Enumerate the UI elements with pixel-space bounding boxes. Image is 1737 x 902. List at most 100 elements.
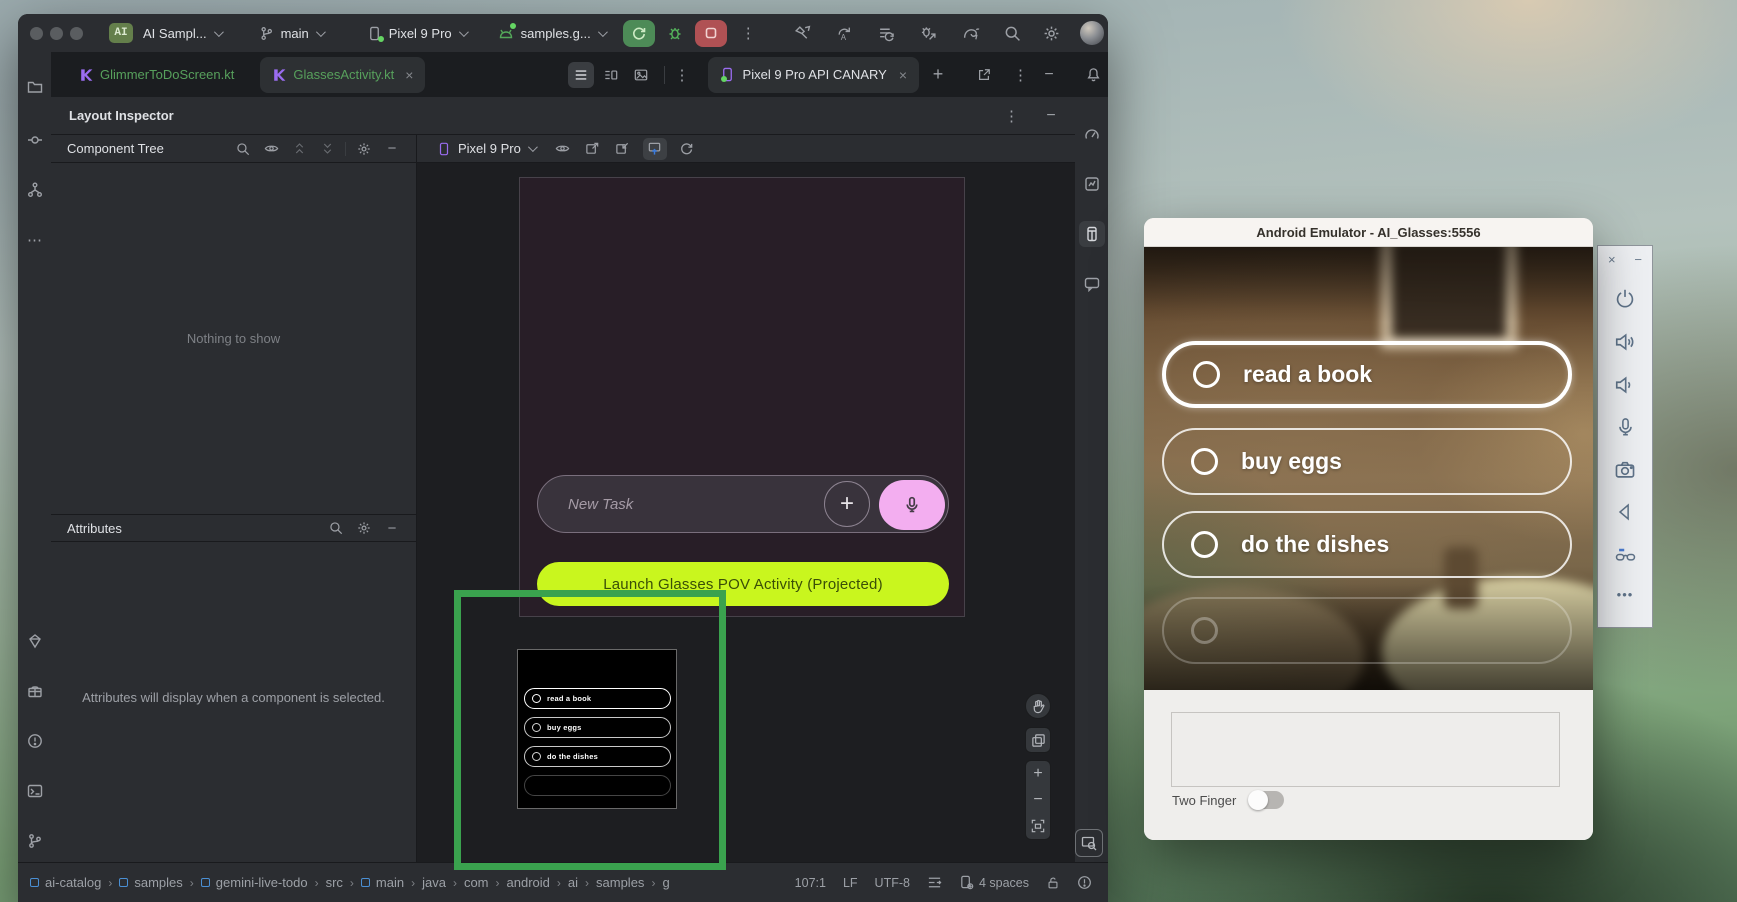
snapshot-import-icon[interactable] [613,139,633,159]
window-minimize-button[interactable] [50,27,63,40]
inspected-device-selector[interactable]: Pixel 9 Pro [437,141,535,156]
notifications-bell-icon[interactable] [1080,62,1106,88]
breadcrumb-item[interactable]: android [507,875,550,890]
touchpad-area[interactable] [1171,712,1560,787]
refresh-icon[interactable] [677,139,697,159]
todo-item[interactable]: do the dishes [1162,511,1572,578]
breadcrumb-item[interactable]: src [326,875,343,890]
breadcrumb-item[interactable]: ai [568,875,578,890]
line-separator[interactable]: LF [843,876,858,890]
view-mode-design-button[interactable] [628,62,654,88]
back-icon[interactable] [1615,502,1635,522]
more-vertical-icon[interactable]: ⋮ [675,66,690,84]
structure-icon[interactable] [22,177,48,203]
more-vertical-icon[interactable]: ⋮ [1013,66,1028,84]
pan-hand-button[interactable] [1025,693,1051,719]
visibility-eye-icon[interactable] [553,139,573,159]
run-config-selector[interactable]: samples.g... [498,25,605,41]
apply-changes-icon[interactable]: A [836,25,853,42]
new-task-input[interactable]: New Task + [537,475,949,533]
profile-app-icon[interactable] [794,25,811,42]
feedback-icon[interactable] [1079,271,1105,297]
debug-button[interactable] [667,25,683,41]
snapshot-export-icon[interactable] [583,139,603,159]
window-zoom-button[interactable] [70,27,83,40]
emulator-minimize-icon[interactable]: − [1634,252,1642,267]
unlock-icon[interactable] [1046,876,1060,890]
more-vertical-icon[interactable]: ⋮ [741,24,756,42]
file-encoding[interactable]: UTF-8 [875,876,910,890]
gradle-sync-icon[interactable] [962,25,980,42]
more-vertical-icon[interactable]: ⋮ [1004,107,1019,125]
open-in-window-icon[interactable] [971,62,997,88]
two-finger-toggle[interactable] [1250,791,1284,809]
toggle-deep-inspect-button[interactable] [643,138,667,160]
indent-icon[interactable] [927,875,942,890]
problems-icon[interactable] [22,728,48,754]
breadcrumb-item[interactable]: ai-catalog [30,875,101,890]
radio-circle-icon[interactable] [1191,448,1218,475]
tab-glassesactivity[interactable]: GlassesActivity.kt × [260,57,425,93]
breadcrumb-item[interactable]: samples [119,875,182,890]
hide-panel-button[interactable]: − [1041,106,1061,126]
settings-gear-icon[interactable] [1043,25,1060,42]
search-icon[interactable] [1004,25,1021,42]
more-tool-windows-icon[interactable]: ⋯ [22,227,48,253]
breadcrumb-item[interactable]: g [662,875,669,890]
layout-inspector-tool-icon[interactable] [1079,221,1105,247]
hide-panel-button[interactable]: − [382,139,402,159]
expand-all-icon[interactable] [289,139,309,159]
notifications-status-icon[interactable] [1077,875,1092,890]
user-avatar[interactable] [1080,21,1104,45]
hide-panel-button[interactable]: − [382,518,402,538]
stop-button[interactable] [695,20,727,47]
add-task-button[interactable]: + [824,481,870,527]
version-control-icon[interactable] [22,828,48,854]
profiler-icon[interactable] [1079,121,1105,147]
breadcrumb-item[interactable]: samples [596,875,644,890]
inspector-snapshot-button[interactable] [1075,829,1103,857]
tab-glimmertodoscreen[interactable]: GlimmerToDoScreen.kt [67,57,246,93]
camera-icon[interactable] [1614,459,1636,481]
settings-gear-icon[interactable] [354,139,374,159]
view-mode-split-button[interactable] [598,62,624,88]
project-selector[interactable]: AI Sampl... [143,26,221,41]
glasses-icon[interactable] [1614,543,1637,566]
settings-gear-icon[interactable] [354,518,374,538]
breadcrumb-item[interactable]: com [464,875,489,890]
radio-circle-icon[interactable] [1193,361,1220,388]
terminal-icon[interactable] [22,778,48,804]
rerun-button[interactable] [623,20,655,47]
window-close-button[interactable] [30,27,43,40]
search-icon[interactable] [326,518,346,538]
visibility-eye-icon[interactable] [261,139,281,159]
close-tab-icon[interactable]: × [405,67,413,83]
app-quality-insights-icon[interactable] [1079,171,1105,197]
microphone-icon[interactable] [1615,417,1636,438]
dependencies-icon[interactable] [22,678,48,704]
breadcrumb-item[interactable]: main [361,875,404,890]
hide-panel-button[interactable]: − [1036,62,1062,88]
volume-down-icon[interactable] [1614,374,1636,396]
breadcrumb-item[interactable]: gemini-live-todo [201,875,308,890]
zoom-in-button[interactable]: + [1026,761,1050,787]
collapse-all-icon[interactable] [317,139,337,159]
more-options-icon[interactable]: ••• [1617,587,1634,602]
zoom-out-button[interactable]: − [1026,787,1050,813]
project-folder-icon[interactable] [22,74,48,100]
todo-item[interactable]: read a book [1162,341,1572,408]
breadcrumb-item[interactable]: java [422,875,446,890]
search-icon[interactable] [233,139,253,159]
volume-up-icon[interactable] [1614,331,1636,353]
close-tab-icon[interactable]: × [899,67,907,83]
power-icon[interactable] [1614,288,1636,310]
add-device-button[interactable]: + [925,62,951,88]
device-selector[interactable]: Pixel 9 Pro [367,26,466,41]
emulator-screen[interactable]: read a book buy eggs do the dishes [1144,247,1593,690]
emulator-close-icon[interactable]: × [1608,252,1616,267]
caret-position[interactable]: 107:1 [795,876,826,890]
branch-selector[interactable]: main [259,26,323,41]
whats-new-icon[interactable] [22,628,48,654]
apply-code-changes-icon[interactable] [878,25,895,42]
layers-view-button[interactable] [1025,727,1051,753]
